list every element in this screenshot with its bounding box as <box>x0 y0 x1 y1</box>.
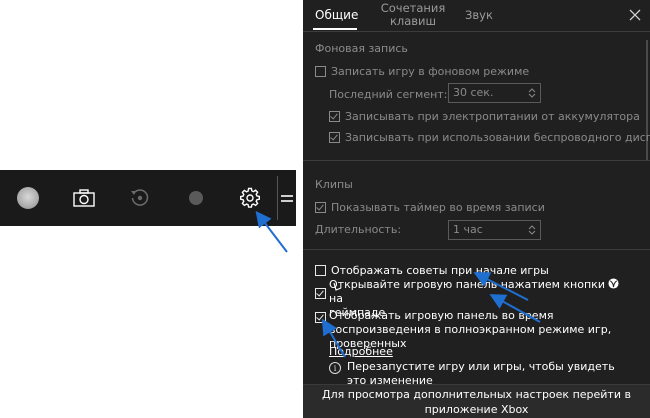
screenshot-button[interactable] <box>56 170 112 226</box>
show-tips-checkbox[interactable]: Отображать советы при начале игры <box>315 264 549 277</box>
show-timer-checkbox[interactable]: Показывать таймер во время записи <box>315 201 545 214</box>
learn-more-link[interactable]: Подробнее <box>329 345 393 358</box>
drag-handle[interactable] <box>281 195 293 205</box>
xbox-disc-icon <box>17 187 39 209</box>
section-title-clips: Клипы <box>315 178 353 191</box>
chevron-updown-icon <box>528 225 536 235</box>
settings-button[interactable] <box>222 170 278 226</box>
chevron-updown-icon <box>528 88 536 98</box>
info-icon: i <box>329 362 341 374</box>
close-icon[interactable] <box>628 8 642 22</box>
camera-icon <box>73 189 95 207</box>
show-fullscreen-checkbox[interactable] <box>315 312 326 323</box>
record-on-battery-checkbox[interactable]: Записывать при электропитании от аккумул… <box>329 110 640 123</box>
settings-panel: Общие Сочетания клавиш Звук Фоновая запи… <box>303 0 650 418</box>
duration-select[interactable]: 1 час <box>448 220 541 240</box>
record-last-button[interactable] <box>112 170 168 226</box>
checkbox-box <box>315 202 326 213</box>
record-wireless-display-checkbox[interactable]: Записывать при использовании беспроводно… <box>329 131 650 144</box>
checkbox-box <box>329 111 340 122</box>
tab-general[interactable]: Общие <box>315 9 358 39</box>
xbox-button[interactable] <box>0 170 56 226</box>
tab-shortcuts[interactable]: Сочетания клавиш <box>375 2 451 32</box>
history-icon <box>131 189 149 206</box>
xbox-logo-icon <box>608 278 620 289</box>
tab-sound[interactable]: Звук <box>465 9 493 39</box>
record-in-background-checkbox[interactable]: Записать игру в фоновом режиме <box>315 65 529 78</box>
last-segment-label: Последний сегмент: <box>329 88 448 101</box>
game-bar-divider <box>277 176 278 220</box>
duration-label: Длительность: <box>315 223 402 236</box>
checkbox-box <box>315 66 326 77</box>
gear-icon <box>240 187 260 208</box>
tab-selected-indicator <box>313 28 357 30</box>
game-bar <box>0 170 296 226</box>
checkbox-box <box>329 132 340 143</box>
checkbox-box <box>315 265 326 276</box>
divider <box>303 249 650 250</box>
footer-xbox-app-link[interactable]: Для просмотра дополнительных настроек пе… <box>303 384 650 418</box>
section-title-background-recording: Фоновая запись <box>315 42 408 55</box>
record-button[interactable] <box>168 170 224 226</box>
open-with-gamepad-checkbox[interactable] <box>315 288 326 299</box>
record-dot-icon <box>189 191 203 205</box>
divider <box>303 31 650 32</box>
divider <box>303 160 650 161</box>
last-segment-select[interactable]: 30 сек. <box>448 83 541 103</box>
